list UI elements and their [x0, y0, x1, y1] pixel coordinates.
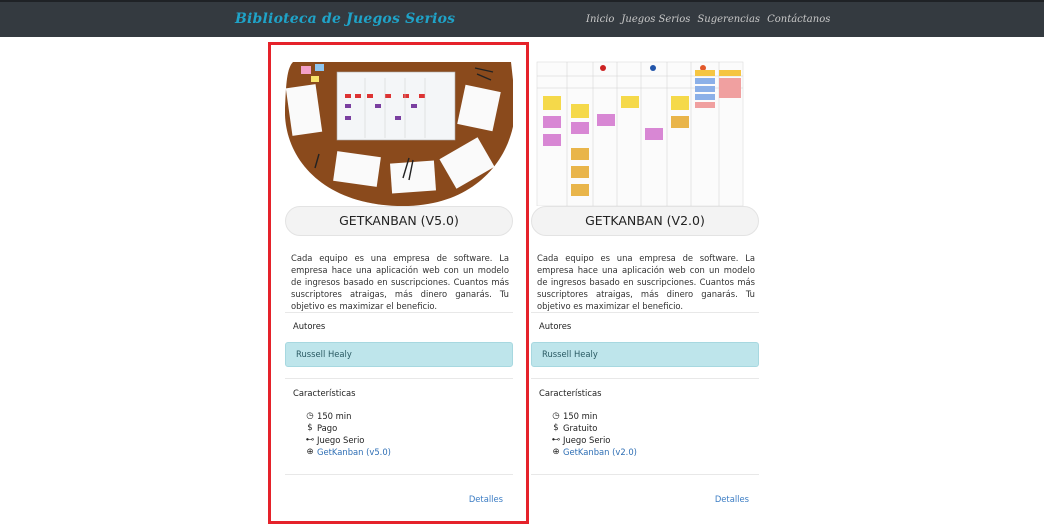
feature-type: ⊷ Juego Serio — [305, 435, 365, 445]
feature-link: ⊕ GetKanban (v5.0) — [305, 446, 391, 458]
divider — [531, 378, 759, 379]
clock-icon: ◷ — [306, 411, 314, 421]
details-link[interactable]: Detalles — [469, 494, 503, 504]
features-list: ◷ 150 min $ Gratuito ⊷ Juego Serio ⊕ GetKanb… — [551, 410, 637, 458]
feature-duration: ◷ 150 min — [552, 411, 598, 421]
divider — [285, 312, 513, 313]
author-item: Russell Healy — [531, 342, 759, 367]
card-description: Cada equipo es una empresa de software. … — [291, 253, 509, 311]
features-label: Características — [539, 388, 602, 398]
authors-label: Autores — [539, 321, 572, 331]
game-card: GETKANBAN (V5.0) Cada equipo es una empr… — [285, 56, 513, 518]
clock-icon: ◷ — [552, 411, 560, 421]
navbar: Biblioteca de Juegos Serios Inicio Juego… — [0, 0, 1044, 37]
nav-links: Inicio Juegos Serios Sugerencias Contáct… — [586, 14, 837, 25]
authors-label: Autores — [293, 321, 326, 331]
divider — [285, 378, 513, 379]
feature-duration: ◷ 150 min — [306, 411, 352, 421]
globe-icon: ⊕ — [552, 447, 560, 457]
features-label: Características — [293, 388, 356, 398]
gamepad-icon: ⊷ — [305, 435, 315, 445]
card-title: GETKANBAN (V5.0) — [285, 206, 513, 236]
dollar-icon: $ — [307, 423, 313, 433]
feature-price: $ Pago — [305, 422, 391, 434]
author-item: Russell Healy — [285, 342, 513, 367]
details-link[interactable]: Detalles — [715, 494, 749, 504]
brand-logo[interactable]: Biblioteca de Juegos Serios — [235, 11, 455, 27]
gamepad-icon: ⊷ — [551, 435, 561, 445]
divider — [531, 474, 759, 475]
globe-icon: ⊕ — [306, 447, 314, 457]
nav-link-contactanos[interactable]: Contáctanos — [767, 14, 830, 25]
game-card: GETKANBAN (V2.0) Cada equipo es una empr… — [531, 56, 759, 518]
nav-link-sugerencias[interactable]: Sugerencias — [697, 14, 760, 25]
feature-price: $ Gratuito — [551, 422, 637, 434]
card-title: GETKANBAN (V2.0) — [531, 206, 759, 236]
nav-link-inicio[interactable]: Inicio — [586, 14, 614, 25]
divider — [285, 474, 513, 475]
game-website-link[interactable]: GetKanban (v2.0) — [563, 446, 637, 458]
features-list: ◷ 150 min $ Pago ⊷ Juego Serio ⊕ GetKanban (… — [305, 410, 391, 458]
divider — [531, 312, 759, 313]
game-image[interactable] — [531, 58, 759, 206]
feature-type: ⊷ Juego Serio — [551, 435, 611, 445]
feature-link: ⊕ GetKanban (v2.0) — [551, 446, 637, 458]
game-website-link[interactable]: GetKanban (v5.0) — [317, 446, 391, 458]
dollar-icon: $ — [553, 423, 559, 433]
game-image[interactable] — [285, 58, 513, 206]
card-description: Cada equipo es una empresa de software. … — [537, 253, 755, 311]
nav-link-juegos-serios[interactable]: Juegos Serios — [621, 14, 690, 25]
